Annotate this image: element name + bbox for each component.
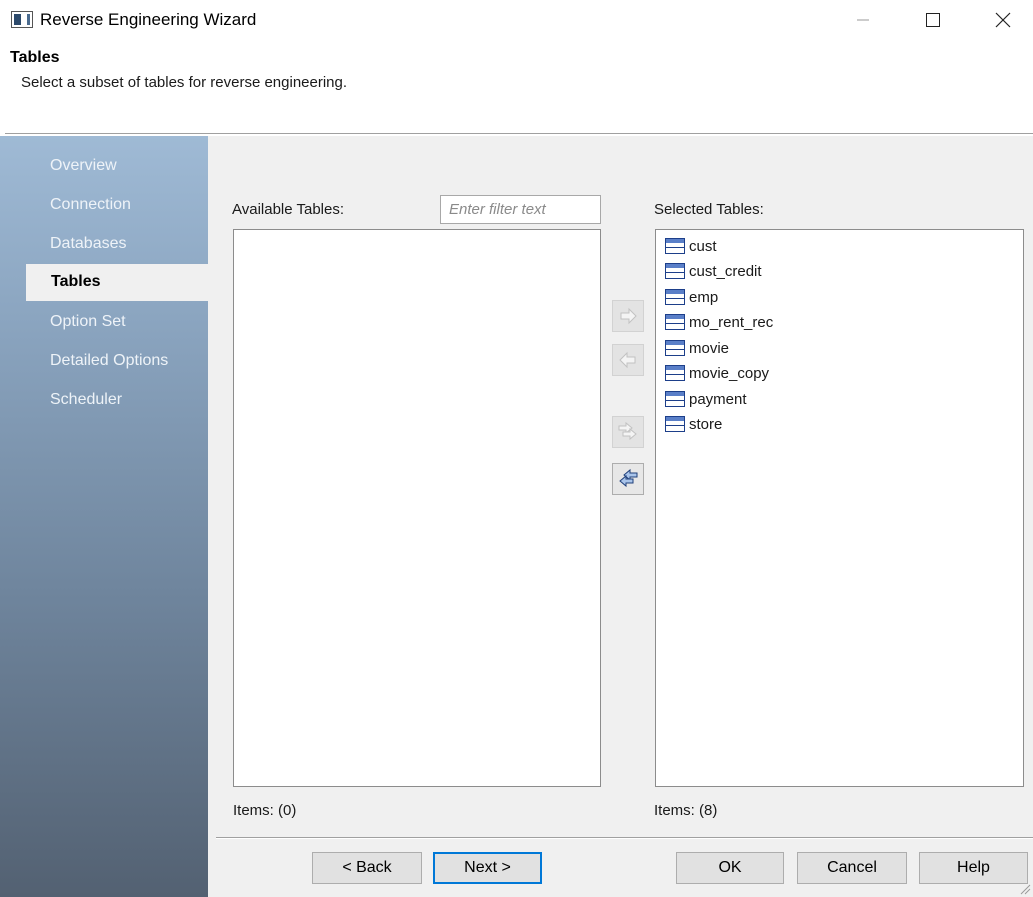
sidebar-item-databases[interactable]: Databases — [50, 235, 127, 253]
selected-tables-list[interactable]: cust cust_credit emp mo_rent_rec movie m… — [655, 229, 1024, 787]
resize-grip-icon[interactable] — [1019, 883, 1031, 895]
table-icon — [665, 416, 685, 432]
sidebar-item-overview[interactable]: Overview — [50, 157, 117, 175]
list-item[interactable]: emp — [665, 286, 718, 308]
filter-input[interactable] — [440, 195, 601, 224]
table-icon — [665, 263, 685, 279]
sidebar-item-option-set[interactable]: Option Set — [50, 313, 126, 331]
list-item[interactable]: payment — [665, 388, 747, 410]
minimize-icon — [857, 19, 869, 21]
arrow-left-icon — [619, 351, 636, 369]
selected-items-count: Items: (8) — [654, 802, 718, 819]
maximize-icon — [926, 13, 940, 27]
main-panel: Available Tables: Selected Tables: cust … — [208, 136, 1033, 897]
move-left-button[interactable] — [612, 344, 644, 376]
move-all-right-button[interactable] — [612, 416, 644, 448]
table-icon — [665, 314, 685, 330]
list-item[interactable]: store — [665, 413, 722, 435]
sidebar-item-detailed-options[interactable]: Detailed Options — [50, 352, 168, 370]
list-item[interactable]: mo_rent_rec — [665, 311, 773, 333]
maximize-button[interactable] — [910, 0, 956, 40]
close-icon — [995, 12, 1011, 28]
table-icon — [665, 391, 685, 407]
help-button[interactable]: Help — [919, 852, 1028, 884]
sidebar-item-connection[interactable]: Connection — [50, 196, 131, 214]
double-arrow-left-icon — [619, 468, 638, 488]
list-item[interactable]: movie_copy — [665, 362, 769, 384]
ok-button[interactable]: OK — [676, 852, 784, 884]
list-item[interactable]: cust_credit — [665, 260, 762, 282]
page-title: Tables — [10, 49, 60, 66]
next-button[interactable]: Next > — [433, 852, 542, 884]
table-icon — [665, 289, 685, 305]
sidebar-item-label: Tables — [51, 273, 101, 290]
available-items-count: Items: (0) — [233, 802, 297, 819]
sidebar-item-tables[interactable]: Tables — [26, 264, 208, 301]
window-title: Reverse Engineering Wizard — [40, 10, 257, 29]
double-arrow-right-icon — [618, 421, 637, 441]
list-item[interactable]: movie — [665, 337, 729, 359]
arrow-right-icon — [620, 307, 637, 325]
selected-tables-label: Selected Tables: — [654, 201, 764, 218]
app-window-icon — [11, 11, 33, 28]
list-item[interactable]: cust — [665, 235, 717, 257]
available-tables-label: Available Tables: — [232, 201, 345, 218]
table-icon — [665, 340, 685, 356]
move-right-button[interactable] — [612, 300, 644, 332]
close-button[interactable] — [980, 0, 1026, 40]
available-tables-list[interactable] — [233, 229, 601, 787]
minimize-button[interactable] — [840, 0, 886, 40]
table-icon — [665, 238, 685, 254]
wizard-steps-sidebar: Overview Connection Databases Tables Opt… — [0, 136, 208, 897]
table-icon — [665, 365, 685, 381]
sidebar-item-scheduler[interactable]: Scheduler — [50, 391, 122, 409]
page-subtitle: Select a subset of tables for reverse en… — [21, 74, 348, 91]
cancel-button[interactable]: Cancel — [797, 852, 907, 884]
back-button[interactable]: < Back — [312, 852, 422, 884]
title-bar: Reverse Engineering Wizard — [0, 0, 1033, 42]
move-all-left-button[interactable] — [612, 463, 644, 495]
